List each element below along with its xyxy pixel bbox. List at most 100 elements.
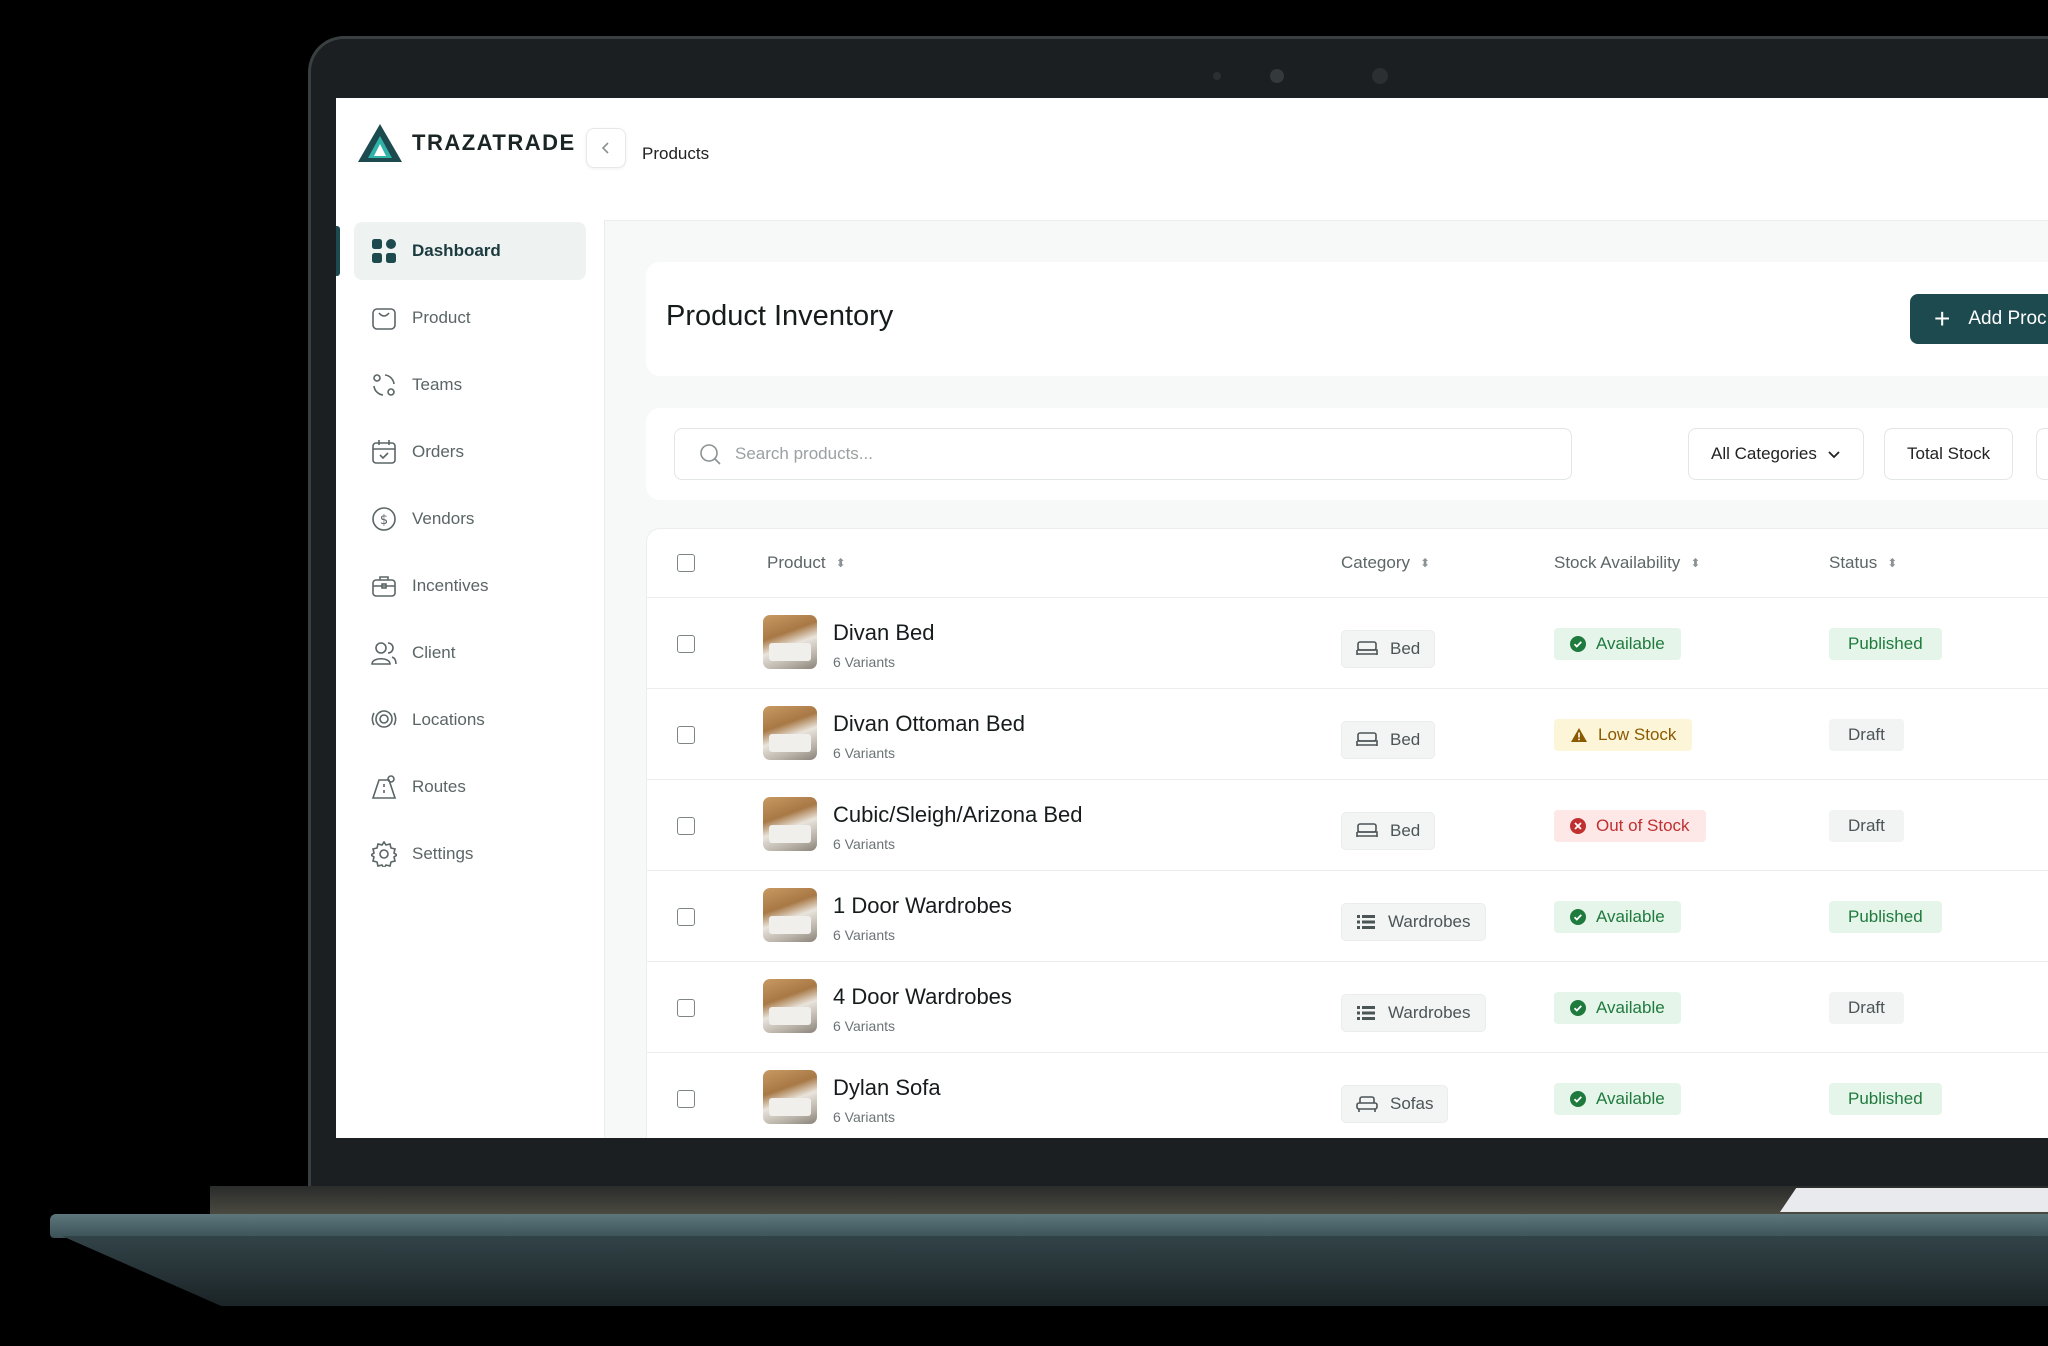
product-name[interactable]: Cubic/Sleigh/Arizona Bed [833,802,1082,828]
page-header: Product Inventory + Add Proc [646,262,2048,376]
status-label: Draft [1848,725,1885,744]
total-stock-label: Total Stock [1907,444,1991,463]
row-checkbox[interactable] [677,635,695,653]
column-header-stock[interactable]: Stock Availability ⬍ [1554,553,1700,573]
chevron-down-icon [1828,451,1840,459]
category-dropdown[interactable]: All Categories [1688,428,1864,480]
status-label: Draft [1848,816,1885,835]
product-variants: 6 Variants [833,745,895,761]
status-label: Published [1848,907,1923,926]
stock-badge: Available [1554,992,1681,1024]
status-badge: Draft [1829,719,1904,751]
column-header-category[interactable]: Category ⬍ [1341,553,1430,573]
status-badge: Published [1829,628,1942,660]
stock-label: Low Stock [1598,725,1677,744]
main-content: Product Inventory + Add Proc All Categor… [336,98,2048,1138]
check-circle-icon [1570,1000,1586,1016]
product-name[interactable]: Divan Ottoman Bed [833,711,1025,737]
sort-icon: ⬍ [1419,556,1431,570]
status-badge: Published [1829,901,1942,933]
column-header-status[interactable]: Status ⬍ [1829,553,1897,573]
category-label: Wardrobes [1388,912,1471,931]
add-product-button[interactable]: + Add Proc [1910,294,2048,344]
camera-lens [1270,69,1284,83]
row-checkbox[interactable] [677,908,695,926]
total-stock-filter[interactable]: Total Stock [1884,428,2014,480]
category-badge: Bed [1341,812,1436,850]
wardrobe-icon [1356,1005,1376,1021]
bed-icon [1356,731,1378,749]
product-thumbnail [763,706,817,760]
product-name[interactable]: Divan Bed [833,620,935,646]
x-circle-icon [1570,818,1586,834]
column-label: Product [767,553,826,572]
warning-icon [1570,727,1588,743]
table-row[interactable]: 1 Door Wardrobes 6 Variants Wardrobes Av… [647,871,2048,962]
product-thumbnail [763,1070,817,1124]
sidebar-collapse-button[interactable] [586,128,626,168]
table-row[interactable]: Dylan Sofa 6 Variants Sofas Available Pu… [647,1053,2048,1138]
product-thumbnail [763,888,817,942]
status-badge: Draft [1829,992,1904,1024]
camera-sensor [1372,68,1388,84]
row-checkbox[interactable] [677,999,695,1017]
search-icon [700,444,721,465]
column-label: Stock Availability [1554,553,1681,572]
category-label: Sofas [1390,1094,1434,1113]
product-name[interactable]: 4 Door Wardrobes [833,984,1012,1010]
stock-label: Available [1596,998,1665,1017]
product-variants: 6 Variants [833,836,895,852]
status-badge: Draft [1829,810,1904,842]
category-label: Bed [1390,639,1421,658]
product-variants: 6 Variants [833,1018,895,1034]
product-variants: 6 Variants [833,927,895,943]
laptop-hinge [210,1186,2048,1214]
table-row[interactable]: Divan Bed 6 Variants Bed Available Publi… [647,598,2048,689]
sort-icon: ⬍ [1887,556,1898,570]
table-row[interactable]: Cubic/Sleigh/Arizona Bed 6 Variants Bed … [647,780,2048,871]
row-checkbox[interactable] [677,817,695,835]
row-checkbox[interactable] [677,726,695,744]
more-filter-chip[interactable] [2036,428,2048,480]
product-thumbnail [763,615,817,669]
add-product-label: Add Proc [1968,308,2047,329]
table-row[interactable]: Divan Ottoman Bed 6 Variants Bed Low Sto… [647,689,2048,780]
product-variants: 6 Variants [833,654,895,670]
status-badge: Published [1829,1083,1942,1115]
filter-bar: All Categories Total Stock [646,408,2048,500]
stock-label: Available [1596,907,1665,926]
select-all-checkbox[interactable] [677,554,695,572]
stock-badge: Available [1554,1083,1681,1115]
table-row[interactable]: 4 Door Wardrobes 6 Variants Wardrobes Av… [647,962,2048,1053]
column-label: Category [1341,553,1410,572]
stock-badge: Low Stock [1554,719,1693,751]
product-thumbnail [763,979,817,1033]
page-title: Product Inventory [666,300,894,332]
stock-label: Available [1596,1089,1665,1108]
category-badge: Sofas [1341,1085,1449,1123]
stock-badge: Available [1554,628,1681,660]
stock-badge: Out of Stock [1554,810,1706,842]
column-header-product[interactable]: Product ⬍ [767,553,846,573]
product-name[interactable]: 1 Door Wardrobes [833,893,1012,919]
sort-icon: ⬍ [835,556,846,570]
product-variants: 6 Variants [833,1109,895,1125]
sofa-icon [1356,1095,1378,1113]
check-circle-icon [1570,1091,1586,1107]
category-label: Wardrobes [1388,1003,1471,1022]
category-badge: Wardrobes [1341,994,1486,1032]
wardrobe-icon [1356,914,1376,930]
stock-badge: Available [1554,901,1681,933]
category-badge: Wardrobes [1341,903,1486,941]
sort-icon: ⬍ [1690,556,1701,570]
search-box[interactable] [674,428,1572,480]
stock-label: Available [1596,634,1665,653]
product-table: Product ⬍ Category ⬍ Stock Availability … [646,528,2048,1138]
category-badge: Bed [1341,721,1436,759]
category-label: Bed [1390,730,1421,749]
search-input[interactable] [733,443,1537,465]
category-dropdown-label: All Categories [1711,444,1817,463]
row-checkbox[interactable] [677,1090,695,1108]
table-header: Product ⬍ Category ⬍ Stock Availability … [647,529,2048,598]
product-name[interactable]: Dylan Sofa [833,1075,941,1101]
